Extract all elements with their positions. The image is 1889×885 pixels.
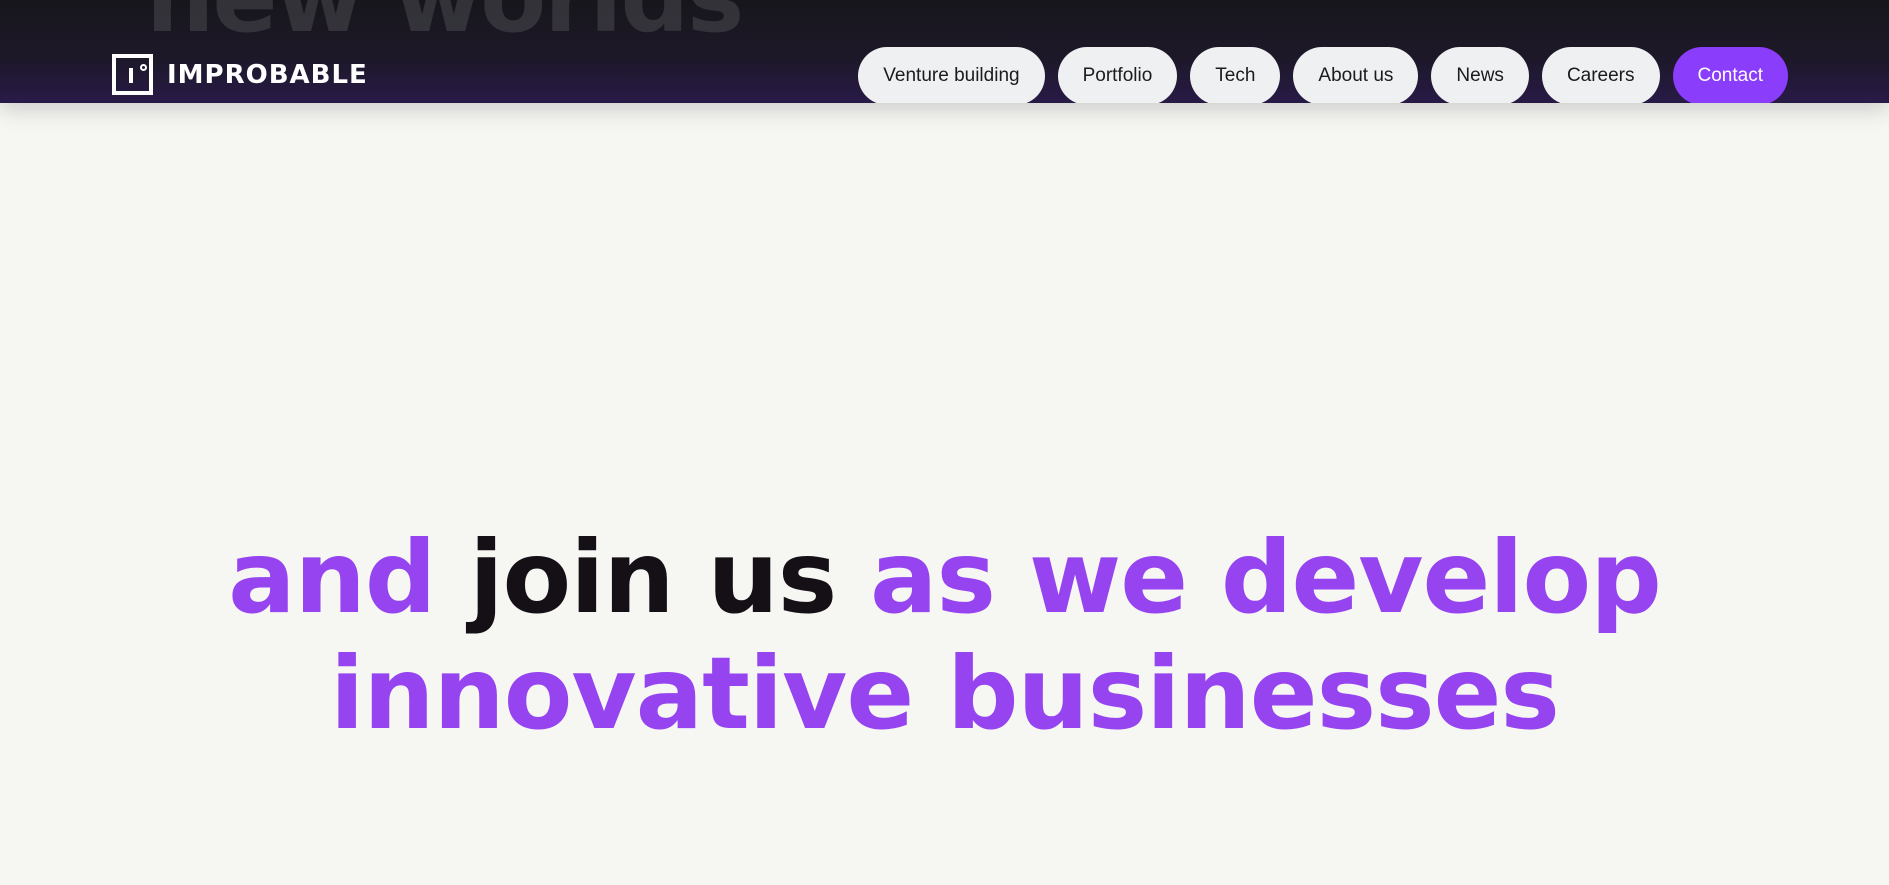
main-nav: Venture building Portfolio Tech About us…: [858, 47, 1788, 103]
improbable-logo-icon: [112, 54, 153, 95]
nav-tech[interactable]: Tech: [1190, 47, 1281, 103]
nav-news[interactable]: News: [1431, 47, 1529, 103]
headline-as-we-develop: as we develop: [836, 519, 1662, 636]
headline-and: and: [228, 519, 470, 636]
logo-wordmark: IMPROBABLE: [167, 59, 368, 90]
site-header: new worlds IMPROBABLE Venture building P…: [0, 0, 1889, 103]
contact-button[interactable]: Contact: [1672, 47, 1788, 103]
nav-portfolio[interactable]: Portfolio: [1057, 47, 1178, 103]
hero-headline: and join us as we develop innovative busi…: [0, 520, 1889, 752]
headline-join-us: join us: [469, 519, 837, 636]
nav-venture-building[interactable]: Venture building: [858, 47, 1045, 103]
nav-about-us[interactable]: About us: [1293, 47, 1419, 103]
improbable-logo-link[interactable]: IMPROBABLE: [112, 54, 368, 95]
headline-innovative-businesses: innovative businesses: [330, 635, 1560, 752]
scrolled-hero-text: new worlds: [146, 0, 744, 54]
nav-careers[interactable]: Careers: [1541, 47, 1660, 103]
